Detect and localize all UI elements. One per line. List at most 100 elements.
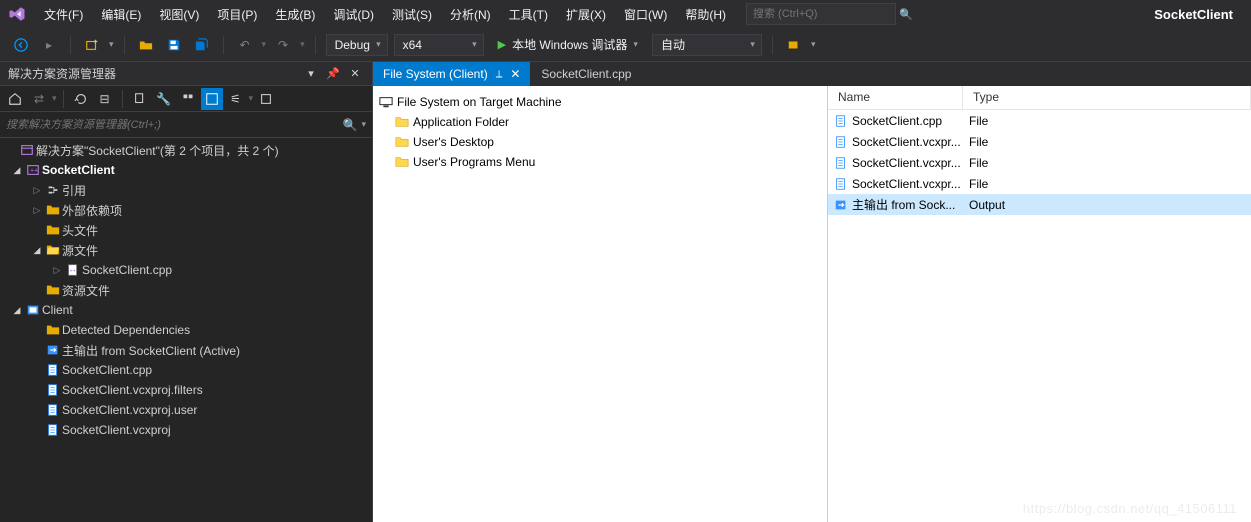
config-dropdown[interactable]: Debug xyxy=(326,34,388,56)
refresh-button[interactable] xyxy=(70,88,92,110)
details-name-cell: SocketClient.vcxpr... xyxy=(828,135,963,149)
nav-back-button[interactable] xyxy=(10,34,32,56)
header-files-node[interactable]: 头文件 xyxy=(0,220,372,240)
file-node[interactable]: SocketClient.vcxproj.user xyxy=(0,400,372,420)
separator xyxy=(223,36,224,54)
menu-window[interactable]: 窗口(W) xyxy=(616,2,675,27)
menu-build[interactable]: 生成(B) xyxy=(267,2,323,27)
details-row[interactable]: SocketClient.vcxpr...File xyxy=(828,152,1251,173)
dropdown-icon[interactable]: ▾ xyxy=(302,65,320,83)
pin-icon[interactable]: ⟂ xyxy=(496,69,503,80)
save-all-button[interactable] xyxy=(191,34,213,56)
vs-logo-icon xyxy=(6,3,28,25)
home-button[interactable] xyxy=(4,88,26,110)
filter-button[interactable]: ⚟ xyxy=(225,88,247,110)
nav-fwd-button[interactable]: ▸ xyxy=(38,34,60,56)
references-node[interactable]: ▷ 引用 xyxy=(0,180,372,200)
project-node[interactable]: ◢ Client xyxy=(0,300,372,320)
collapse-icon[interactable]: ◢ xyxy=(30,245,44,256)
svg-text:++: ++ xyxy=(70,269,76,275)
properties-button[interactable]: 🔧 xyxy=(153,88,175,110)
details-type-cell: File xyxy=(963,177,1251,191)
expand-icon[interactable]: ▷ xyxy=(50,265,64,276)
resource-files-node[interactable]: 资源文件 xyxy=(0,280,372,300)
menu-project[interactable]: 项目(P) xyxy=(209,2,265,27)
col-type[interactable]: Type xyxy=(963,86,1251,109)
menu-file[interactable]: 文件(F) xyxy=(36,2,91,27)
pin-icon[interactable]: 📌 xyxy=(324,65,342,83)
separator xyxy=(63,90,64,108)
file-node[interactable]: SocketClient.vcxproj xyxy=(0,420,372,440)
header-files-label: 头文件 xyxy=(62,222,98,239)
source-files-label: 源文件 xyxy=(62,242,98,259)
collapse-icon[interactable]: ◢ xyxy=(10,305,24,316)
close-icon[interactable]: ✕ xyxy=(346,65,364,83)
undo-button[interactable]: ↶ xyxy=(234,34,256,56)
tab-source[interactable]: SocketClient.cpp xyxy=(531,62,642,86)
expand-icon[interactable]: ▷ xyxy=(30,185,44,196)
platform-dropdown[interactable]: x64 xyxy=(394,34,484,56)
external-deps-node[interactable]: ▷ 外部依赖项 xyxy=(0,200,372,220)
class-view-button[interactable] xyxy=(255,88,277,110)
fs-desktop-folder[interactable]: User's Desktop xyxy=(377,132,823,152)
show-all-button[interactable] xyxy=(129,88,151,110)
external-deps-label: 外部依赖项 xyxy=(62,202,122,219)
primary-output-label: 主输出 from SocketClient (Active) xyxy=(62,342,240,359)
detected-deps-node[interactable]: Detected Dependencies xyxy=(0,320,372,340)
menu-analyze[interactable]: 分析(N) xyxy=(442,2,499,27)
primary-output-node[interactable]: 主输出 from SocketClient (Active) xyxy=(0,340,372,360)
file-icon xyxy=(44,402,62,418)
tab-bar: File System (Client) ⟂ ✕ SocketClient.cp… xyxy=(373,62,1251,86)
menu-test[interactable]: 测试(S) xyxy=(384,2,440,27)
menu-help[interactable]: 帮助(H) xyxy=(677,2,734,27)
sync-button[interactable]: ⇄ xyxy=(28,88,50,110)
panel-search[interactable]: 🔍 ▾ xyxy=(0,112,372,138)
details-row[interactable]: SocketClient.vcxpr...File xyxy=(828,131,1251,152)
global-search[interactable]: 🔍 xyxy=(746,3,896,25)
details-name-cell: SocketClient.vcxpr... xyxy=(828,177,963,191)
save-button[interactable] xyxy=(163,34,185,56)
solution-label: 解决方案"SocketClient"(第 2 个项目，共 2 个) xyxy=(36,142,279,159)
close-icon[interactable]: ✕ xyxy=(510,67,520,81)
menu-edit[interactable]: 编辑(E) xyxy=(93,2,149,27)
open-button[interactable] xyxy=(135,34,157,56)
panel-search-input[interactable] xyxy=(6,119,343,131)
source-files-node[interactable]: ◢ 源文件 xyxy=(0,240,372,260)
start-debug-button[interactable]: ▶ 本地 Windows 调试器 ▾ xyxy=(490,34,646,56)
tab-file-system[interactable]: File System (Client) ⟂ ✕ xyxy=(373,62,531,86)
preview-button[interactable] xyxy=(177,88,199,110)
source-file-node[interactable]: ▷ ++ SocketClient.cpp xyxy=(0,260,372,280)
details-row[interactable]: SocketClient.vcxpr...File xyxy=(828,173,1251,194)
fs-menu-folder[interactable]: User's Programs Menu xyxy=(377,152,823,172)
fs-tree-panel: File System on Target Machine Applicatio… xyxy=(373,86,828,522)
misc-button[interactable] xyxy=(783,34,805,56)
collapse-icon[interactable]: ◢ xyxy=(10,165,24,176)
menubar: 文件(F) 编辑(E) 视图(V) 项目(P) 生成(B) 调试(D) 测试(S… xyxy=(0,0,1251,28)
details-row[interactable]: 主输出 from Sock...Output xyxy=(828,194,1251,215)
fs-desktop-label: User's Desktop xyxy=(413,135,494,149)
new-project-button[interactable] xyxy=(81,34,103,56)
project-icon: ++ xyxy=(24,162,42,178)
col-name[interactable]: Name xyxy=(828,86,963,109)
fs-app-folder[interactable]: Application Folder xyxy=(377,112,823,132)
folder-icon xyxy=(395,155,409,169)
extra-dropdown[interactable]: 自动 xyxy=(652,34,762,56)
expand-icon[interactable]: ▷ xyxy=(30,205,44,216)
global-search-input[interactable] xyxy=(753,8,895,20)
fs-root-node[interactable]: File System on Target Machine xyxy=(377,92,823,112)
menu-view[interactable]: 视图(V) xyxy=(151,2,207,27)
solution-node[interactable]: 解决方案"SocketClient"(第 2 个项目，共 2 个) xyxy=(0,140,372,160)
menu-tools[interactable]: 工具(T) xyxy=(501,2,556,27)
view-mode-button[interactable] xyxy=(201,88,223,110)
details-row[interactable]: SocketClient.cppFile xyxy=(828,110,1251,131)
collapse-button[interactable]: ⊟ xyxy=(94,88,116,110)
redo-button[interactable]: ↷ xyxy=(272,34,294,56)
menu-debug[interactable]: 调试(D) xyxy=(325,2,382,27)
file-label: SocketClient.vcxproj xyxy=(62,423,171,437)
project-node[interactable]: ◢ ++ SocketClient xyxy=(0,160,372,180)
file-icon xyxy=(834,114,848,128)
file-node[interactable]: SocketClient.vcxproj.filters xyxy=(0,380,372,400)
menu-extensions[interactable]: 扩展(X) xyxy=(558,2,614,27)
file-node[interactable]: SocketClient.cpp xyxy=(0,360,372,380)
search-icon: 🔍 xyxy=(899,8,913,21)
